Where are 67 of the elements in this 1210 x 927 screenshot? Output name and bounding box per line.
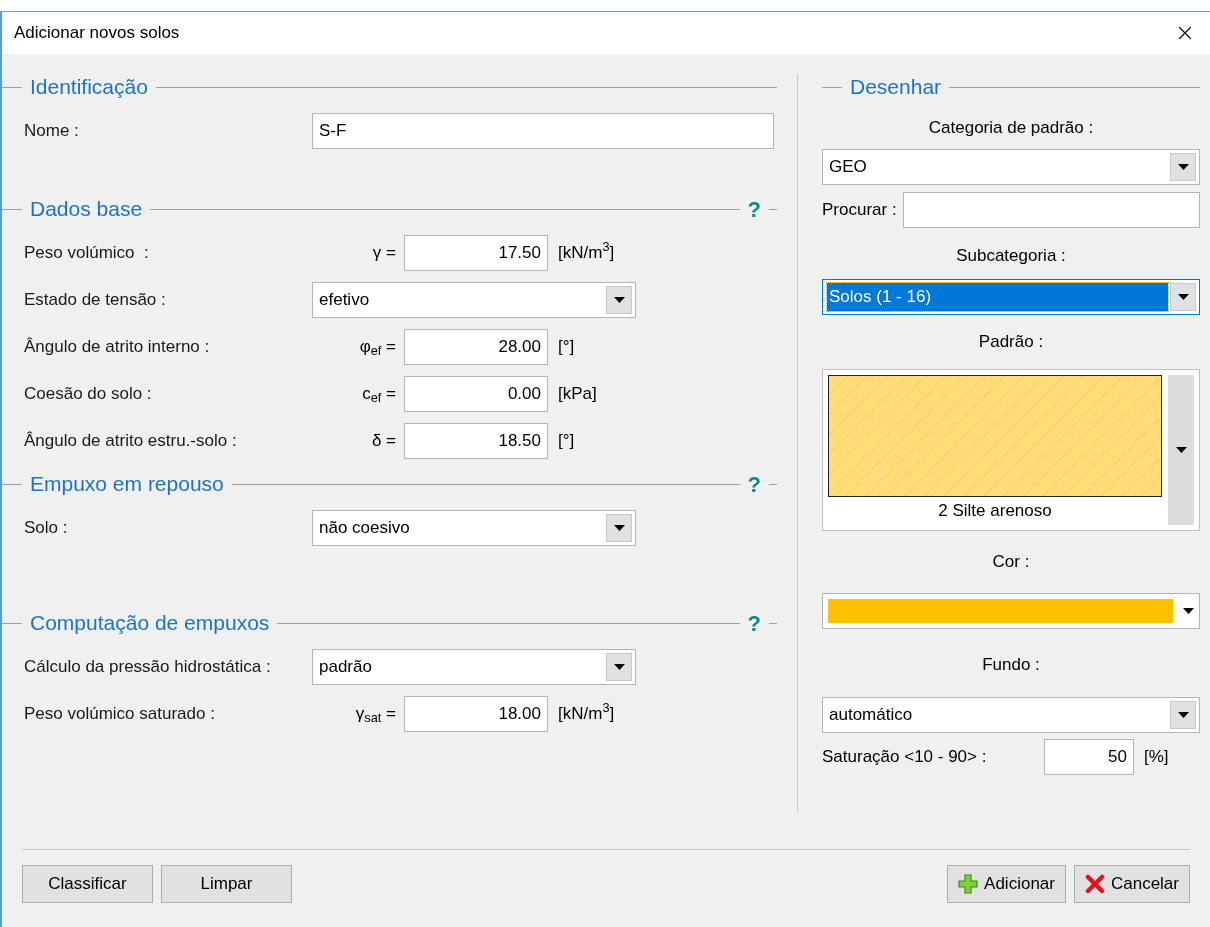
field-label: Ângulo de atrito estru.-solo : bbox=[24, 429, 238, 452]
symbol-label: γ$_{sat}$ = bbox=[355, 702, 396, 727]
dropdown[interactable]: GEO bbox=[822, 149, 1200, 185]
symbol-label: γ = bbox=[372, 241, 396, 264]
dropdown[interactable]: automático bbox=[822, 697, 1200, 733]
saturation-field[interactable]: 50 bbox=[1044, 739, 1134, 775]
name-field[interactable]: S-F bbox=[312, 112, 774, 149]
unit-label: [kPa] bbox=[558, 382, 597, 405]
color-dropdown[interactable] bbox=[822, 593, 1200, 629]
number-field[interactable]: 28.00 bbox=[404, 328, 548, 365]
field-label: Fundo : bbox=[982, 654, 1040, 677]
action-button[interactable]: Classificar bbox=[22, 865, 153, 903]
dropdown[interactable]: efetivo bbox=[312, 281, 636, 318]
field-label: Ângulo de atrito interno : bbox=[24, 335, 211, 358]
number-field[interactable]: 18.00 bbox=[404, 695, 548, 732]
section-title: Desenhar bbox=[849, 74, 943, 101]
action-button[interactable]: Limpar bbox=[161, 865, 292, 903]
field-label: Nome : bbox=[24, 119, 80, 142]
field-label: Padrão : bbox=[978, 331, 1044, 354]
number-field[interactable]: 18.50 bbox=[404, 422, 548, 459]
field-label: Solo : bbox=[24, 516, 69, 539]
caret-icon bbox=[613, 524, 625, 531]
field-label: Cálculo da pressão hidrostática : bbox=[24, 655, 272, 678]
section-title: Identificação bbox=[29, 74, 149, 101]
field-label: Coesão do solo : bbox=[24, 382, 153, 405]
dropdown[interactable]: Solos (1 - 16) bbox=[822, 279, 1200, 315]
help-icon[interactable]: ? bbox=[739, 467, 769, 501]
field-label: Procurar : bbox=[822, 199, 897, 222]
symbol-label: δ = bbox=[371, 429, 396, 452]
caret-icon bbox=[613, 296, 625, 303]
symbol-label: c$_{ef}$ = bbox=[362, 382, 396, 407]
pattern-picker[interactable]: 2 Silte arenoso bbox=[822, 369, 1200, 531]
caret-icon bbox=[1177, 294, 1189, 300]
pattern-name: 2 Silte arenoso bbox=[938, 500, 1052, 523]
dropdown[interactable]: não coesivo bbox=[312, 509, 636, 546]
section-title: Dados base bbox=[29, 196, 144, 223]
help-icon[interactable]: ? bbox=[739, 606, 769, 640]
field-label: Estado de tensão : bbox=[24, 288, 167, 311]
window-title: Adicionar novos solos bbox=[14, 22, 180, 45]
caret-icon bbox=[1183, 608, 1194, 614]
caret-icon bbox=[1177, 712, 1189, 718]
unit-label: [°] bbox=[558, 429, 575, 452]
section-title: Empuxo em repouso bbox=[29, 471, 225, 498]
caret-icon bbox=[613, 663, 625, 670]
field-label: Saturação <10 - 90> : bbox=[822, 746, 988, 769]
add-button[interactable]: Adicionar bbox=[947, 865, 1066, 903]
unit-label: [%] bbox=[1144, 746, 1169, 769]
cross-icon bbox=[1084, 874, 1105, 894]
caret-icon bbox=[1177, 164, 1189, 170]
field-label: Categoria de padrão : bbox=[928, 117, 1094, 140]
unit-label: [°] bbox=[558, 335, 575, 358]
unit-label: [kN/m$^{3}$] bbox=[558, 239, 615, 264]
field-label: Subcategoria : bbox=[956, 245, 1066, 268]
field-label: Peso volúmico : bbox=[24, 241, 150, 264]
number-field[interactable]: 0.00 bbox=[404, 375, 548, 412]
unit-label: [kN/m$^{3}$] bbox=[558, 700, 615, 725]
search-field[interactable] bbox=[902, 192, 1200, 228]
caret-icon bbox=[1175, 447, 1187, 453]
field-label: Cor : bbox=[992, 551, 1030, 574]
number-field[interactable]: 17.50 bbox=[404, 234, 548, 271]
dropdown[interactable]: padrão bbox=[312, 648, 636, 685]
plus-icon bbox=[958, 874, 979, 894]
help-icon[interactable]: ? bbox=[739, 192, 769, 226]
symbol-label: φ$_{ef}$ = bbox=[359, 335, 396, 360]
section-title: Computação de empuxos bbox=[29, 610, 271, 637]
cancel-button[interactable]: Cancelar bbox=[1073, 865, 1190, 903]
field-label: Peso volúmico saturado : bbox=[24, 702, 216, 725]
